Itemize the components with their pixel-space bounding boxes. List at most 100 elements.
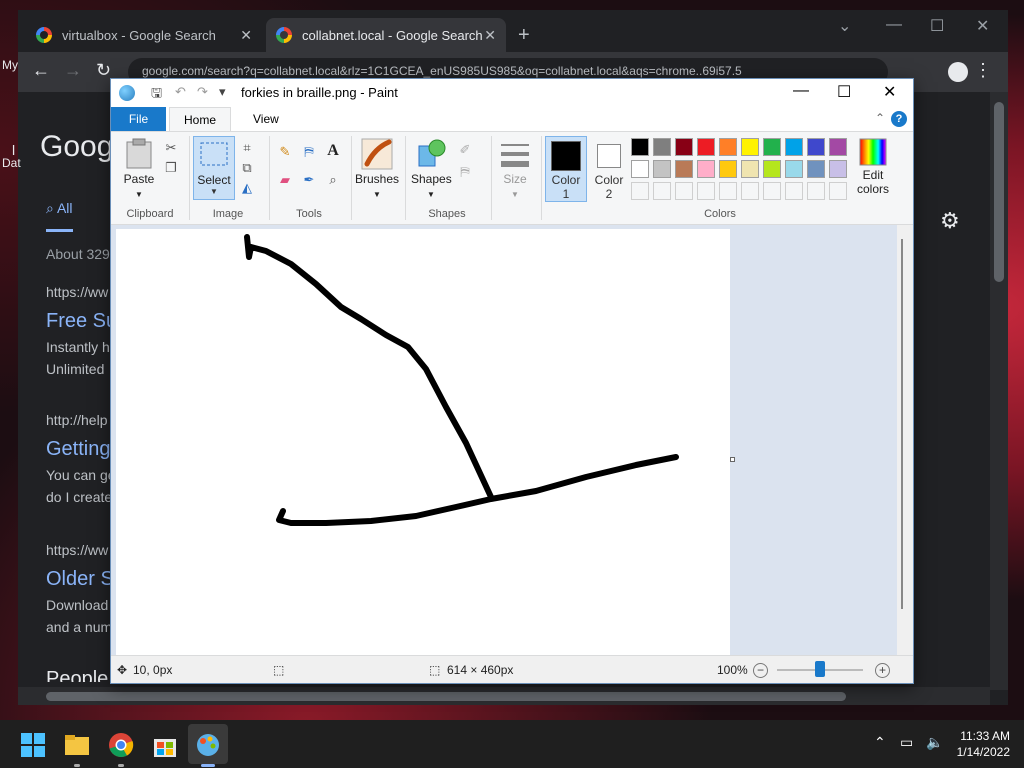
minimize-icon[interactable]: —: [793, 82, 809, 100]
palette-color-swatch[interactable]: [763, 160, 781, 178]
custom-color-slot[interactable]: [807, 182, 825, 200]
profile-avatar-icon[interactable]: [948, 62, 968, 82]
size-button[interactable]: Size ▼: [495, 140, 535, 200]
taskbar-clock[interactable]: 11:33 AM 1/14/2022: [950, 728, 1010, 760]
palette-color-swatch[interactable]: [653, 160, 671, 178]
result-title[interactable]: Older S: [46, 568, 114, 591]
custom-color-slot[interactable]: [719, 182, 737, 200]
result-url[interactable]: http://help: [46, 412, 108, 428]
canvas-vertical-scrollbar[interactable]: [897, 225, 913, 656]
copy-icon[interactable]: ❐: [163, 160, 179, 176]
palette-color-swatch[interactable]: [675, 160, 693, 178]
page-horizontal-scrollbar[interactable]: [18, 687, 990, 705]
scrollbar-thumb[interactable]: [901, 239, 909, 609]
edit-colors-button[interactable]: Edit colors: [853, 138, 893, 196]
customize-quick-access-icon[interactable]: ▾: [219, 84, 226, 100]
back-icon[interactable]: ←: [32, 60, 50, 81]
volume-icon[interactable]: 🔈: [926, 734, 943, 751]
select-button[interactable]: Select ▼: [193, 136, 235, 200]
canvas-resize-handle[interactable]: [730, 457, 735, 462]
maximize-icon[interactable]: ☐: [930, 16, 944, 36]
zoom-out-icon[interactable]: −: [753, 663, 768, 678]
close-tab-icon[interactable]: ✕: [240, 27, 252, 44]
close-window-icon[interactable]: ✕: [976, 16, 989, 36]
tab-all[interactable]: ⌕ All: [46, 200, 73, 232]
tab-collabnet[interactable]: collabnet.local - Google Search ✕: [266, 18, 506, 52]
palette-color-swatch[interactable]: [675, 138, 693, 156]
paint-app-icon[interactable]: [119, 85, 135, 101]
google-logo[interactable]: Goog: [40, 130, 113, 164]
redo-icon[interactable]: ↷: [197, 84, 208, 100]
palette-color-swatch[interactable]: [763, 138, 781, 156]
tab-virtualbox[interactable]: virtualbox - Google Search ✕: [26, 18, 262, 52]
tab-view[interactable]: View: [239, 107, 293, 131]
chevron-up-icon[interactable]: ⌃: [874, 734, 886, 751]
custom-color-slot[interactable]: [697, 182, 715, 200]
zoom-slider-thumb[interactable]: [815, 661, 825, 677]
chrome-icon[interactable]: [108, 732, 134, 758]
page-vertical-scrollbar[interactable]: [990, 92, 1008, 690]
custom-color-slot[interactable]: [653, 182, 671, 200]
forward-icon[interactable]: →: [64, 60, 82, 81]
palette-color-swatch[interactable]: [631, 160, 649, 178]
fill-icon[interactable]: ⛿: [301, 144, 317, 160]
close-icon[interactable]: ✕: [883, 82, 896, 102]
tab-home[interactable]: Home: [169, 107, 232, 131]
custom-color-slot[interactable]: [631, 182, 649, 200]
collapse-ribbon-icon[interactable]: ⌃: [875, 111, 885, 125]
cut-icon[interactable]: ✂: [163, 140, 179, 156]
custom-color-slot[interactable]: [675, 182, 693, 200]
palette-color-swatch[interactable]: [719, 138, 737, 156]
outline-icon[interactable]: ✐: [457, 142, 473, 158]
palette-color-swatch[interactable]: [653, 138, 671, 156]
shapes-button[interactable]: Shapes ▼: [411, 138, 452, 200]
shape-fill-icon[interactable]: ⛿: [457, 164, 473, 180]
crop-icon[interactable]: ⌗: [239, 140, 255, 156]
result-title[interactable]: Getting: [46, 438, 110, 461]
undo-icon[interactable]: ↶: [175, 84, 186, 100]
reload-icon[interactable]: ↻: [96, 60, 111, 81]
magnifier-icon[interactable]: ⌕: [325, 172, 341, 188]
custom-color-slot[interactable]: [829, 182, 847, 200]
palette-color-swatch[interactable]: [807, 138, 825, 156]
paint-taskbar-icon[interactable]: [195, 732, 221, 758]
palette-color-swatch[interactable]: [741, 138, 759, 156]
drawing-canvas[interactable]: [116, 229, 730, 656]
resize-icon[interactable]: ⧉: [239, 160, 255, 176]
color-picker-icon[interactable]: ✒: [301, 172, 317, 188]
palette-color-swatch[interactable]: [741, 160, 759, 178]
palette-color-swatch[interactable]: [829, 160, 847, 178]
minimize-icon[interactable]: —: [886, 16, 902, 34]
chrome-menu-icon[interactable]: ⋮: [974, 60, 992, 81]
result-title[interactable]: Free Su: [46, 310, 117, 333]
palette-color-swatch[interactable]: [785, 138, 803, 156]
network-icon[interactable]: ▭: [900, 734, 913, 751]
custom-color-slot[interactable]: [785, 182, 803, 200]
palette-color-swatch[interactable]: [807, 160, 825, 178]
palette-color-swatch[interactable]: [697, 138, 715, 156]
custom-color-slot[interactable]: [741, 182, 759, 200]
text-icon[interactable]: A: [325, 142, 341, 159]
eraser-icon[interactable]: ▰: [277, 172, 293, 188]
file-explorer-icon[interactable]: [64, 732, 90, 758]
color1-button[interactable]: Color 1: [545, 136, 587, 202]
color2-button[interactable]: Color 2: [589, 136, 629, 202]
maximize-icon[interactable]: ☐: [837, 82, 851, 102]
save-icon[interactable]: 🖫: [151, 84, 162, 106]
brushes-button[interactable]: Brushes ▼: [355, 138, 399, 200]
palette-color-swatch[interactable]: [785, 160, 803, 178]
scrollbar-thumb[interactable]: [994, 102, 1004, 282]
scrollbar-thumb[interactable]: [46, 692, 846, 701]
close-tab-icon[interactable]: ✕: [484, 27, 496, 44]
windows-start-icon[interactable]: [20, 732, 46, 758]
paste-button[interactable]: Paste ▼: [119, 138, 159, 200]
palette-color-swatch[interactable]: [697, 160, 715, 178]
palette-color-swatch[interactable]: [719, 160, 737, 178]
palette-color-swatch[interactable]: [631, 138, 649, 156]
palette-color-swatch[interactable]: [829, 138, 847, 156]
new-tab-button[interactable]: +: [518, 24, 530, 47]
result-url[interactable]: https://ww: [46, 284, 108, 300]
gear-icon[interactable]: ⚙: [940, 208, 960, 234]
microsoft-store-icon[interactable]: [152, 732, 178, 758]
zoom-in-icon[interactable]: +: [875, 663, 890, 678]
